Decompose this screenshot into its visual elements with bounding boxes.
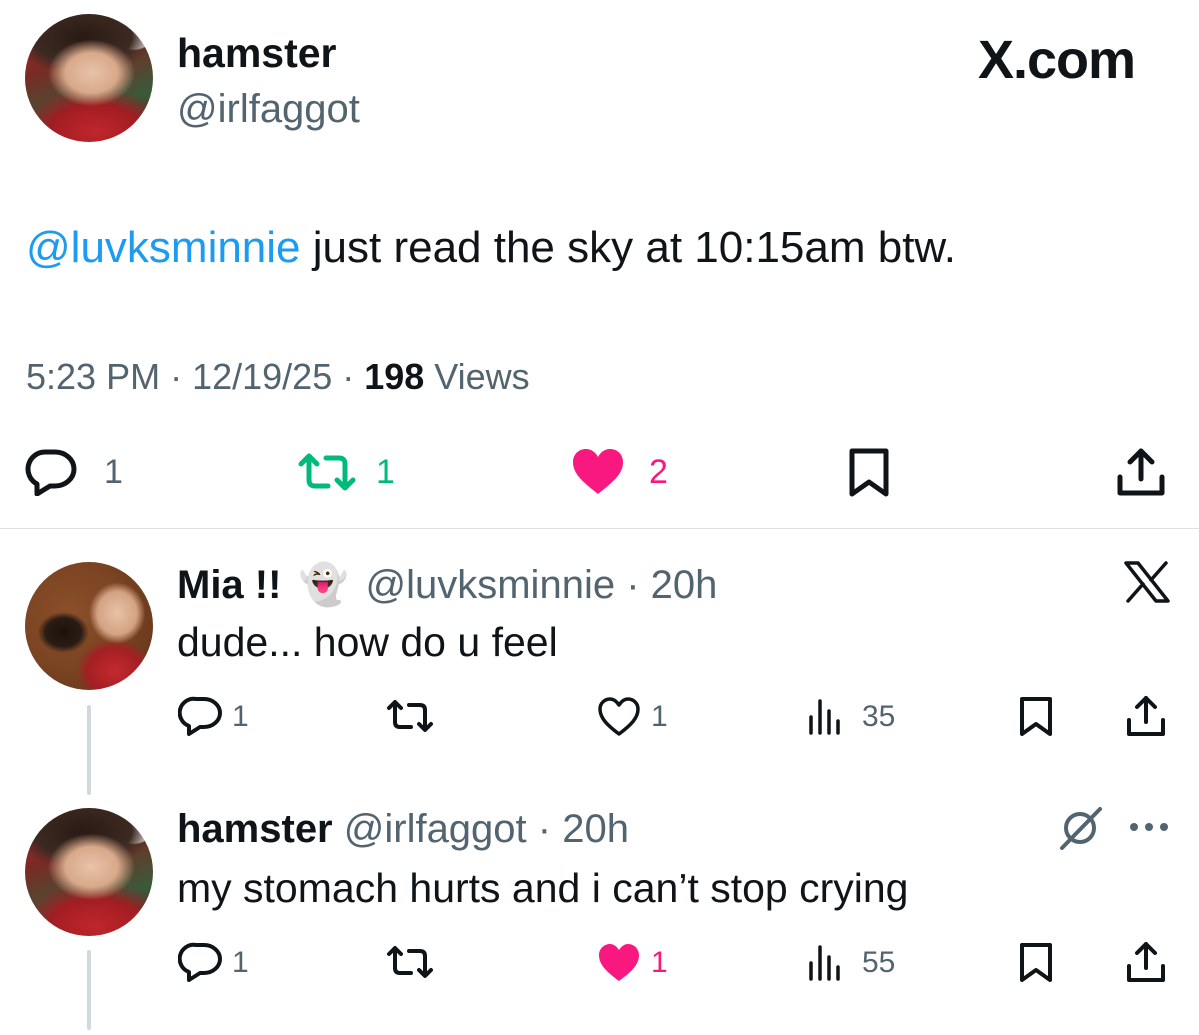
share-icon[interactable] — [1116, 447, 1166, 497]
views-count: 198 — [364, 356, 425, 397]
like-count: 1 — [651, 946, 668, 979]
reply-icon[interactable] — [24, 448, 78, 496]
bookmark-icon[interactable] — [1018, 942, 1054, 984]
share-icon[interactable] — [1125, 940, 1167, 984]
brand-logo: X.com — [978, 30, 1136, 90]
ghost-emoji: 👻 — [298, 563, 349, 607]
reply-icon[interactable] — [178, 696, 224, 736]
post-time[interactable]: 5:23 PM — [26, 356, 160, 397]
post-text: @luvksminnie just read the sky at 10:15a… — [26, 222, 956, 274]
repost-icon[interactable] — [297, 450, 357, 494]
like-count: 2 — [649, 453, 668, 491]
post-body: just read the sky at 10:15am btw. — [300, 223, 956, 272]
meta-separator: · — [615, 563, 651, 607]
repost-icon[interactable] — [385, 944, 435, 980]
views-icon[interactable] — [806, 943, 846, 981]
x-logo-icon — [1124, 561, 1170, 603]
post-meta: 5:23 PM · 12/19/25 · 198 Views — [26, 355, 530, 399]
avatar[interactable] — [25, 808, 153, 936]
like-count: 1 — [651, 700, 668, 733]
post-date[interactable]: 12/19/25 — [192, 356, 332, 397]
bookmark-icon[interactable] — [848, 448, 890, 498]
more-icon[interactable] — [1128, 821, 1170, 833]
reply-text: dude... how do u feel — [177, 619, 558, 665]
reply-count: 1 — [232, 946, 249, 979]
meta-separator: · — [526, 807, 563, 851]
thread-line — [87, 705, 91, 795]
reply-author-handle[interactable]: @luvksminnie — [366, 563, 616, 607]
bookmark-icon[interactable] — [1018, 696, 1054, 738]
share-icon[interactable] — [1125, 694, 1167, 738]
reply-header: hamster @irlfaggot · 20h — [177, 806, 629, 852]
reply-time[interactable]: 20h — [562, 807, 629, 851]
avatar[interactable] — [25, 14, 153, 142]
author-handle[interactable]: @irlfaggot — [177, 86, 360, 132]
reply-header: Mia !! 👻 @luvksminnie · 20h — [177, 562, 717, 608]
repost-count: 1 — [376, 453, 395, 491]
heart-icon[interactable] — [597, 697, 641, 737]
views-label: Views — [424, 356, 530, 397]
reply-author-name[interactable]: hamster — [177, 807, 333, 851]
meta-separator: · — [160, 356, 193, 397]
reply-text: my stomach hurts and i can’t stop crying — [177, 865, 909, 911]
mention-link[interactable]: @luvksminnie — [26, 223, 301, 272]
reply-time[interactable]: 20h — [651, 563, 718, 607]
views-count: 35 — [862, 700, 896, 733]
avatar[interactable] — [25, 562, 153, 690]
views-count: 55 — [862, 946, 896, 979]
reply-icon[interactable] — [178, 942, 224, 982]
divider — [0, 528, 1199, 529]
heart-filled-icon[interactable] — [597, 943, 641, 983]
heart-filled-icon[interactable] — [571, 448, 625, 496]
reply-count: 1 — [104, 453, 123, 491]
reply-count: 1 — [232, 700, 249, 733]
reply-author-handle[interactable]: @irlfaggot — [344, 807, 527, 851]
reply-author-name[interactable]: Mia !! — [177, 563, 281, 607]
repost-icon[interactable] — [385, 698, 435, 734]
meta-separator: · — [332, 356, 365, 397]
grok-icon[interactable] — [1058, 806, 1104, 850]
thread-line — [87, 950, 91, 1030]
author-name[interactable]: hamster — [177, 30, 337, 76]
views-icon[interactable] — [806, 697, 846, 735]
